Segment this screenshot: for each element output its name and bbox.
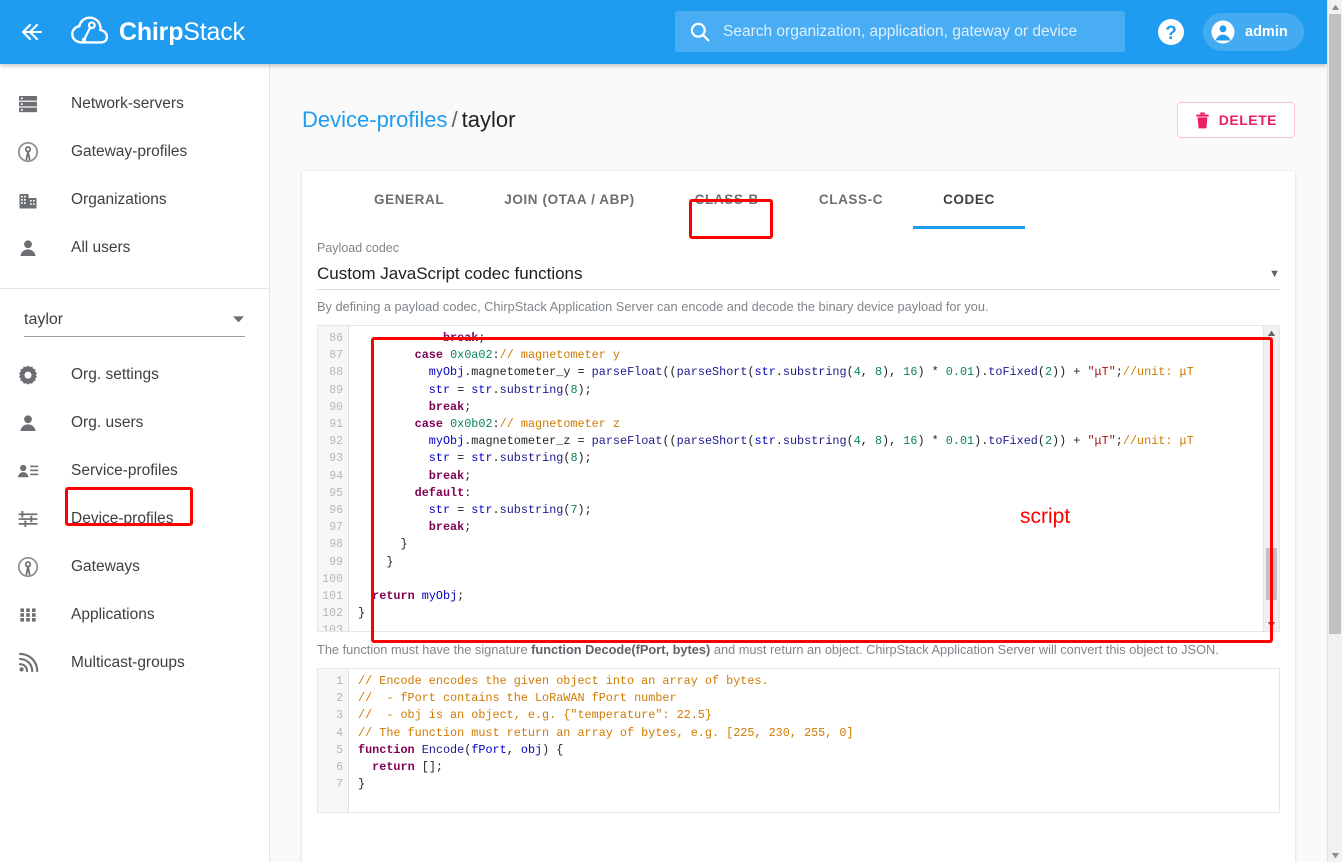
organization-selected-value: taylor [24,310,64,328]
sliders-icon [17,507,53,531]
tab-join-otaa-abp[interactable]: JOIN (OTAA / ABP) [474,171,664,227]
encode-function-editor[interactable]: 1234567 // Encode encodes the given obje… [317,668,1280,813]
arrow-left-double-icon [21,23,43,41]
payload-codec-select[interactable]: Custom JavaScript codec functions ▼ [317,258,1280,290]
sidebar-item-label: Gateway-profiles [71,143,188,160]
sidebar-item-label: Gateways [71,558,140,575]
decode-scroll-thumb[interactable] [1266,548,1277,600]
server-icon [17,92,53,116]
sidebar-item-org-users[interactable]: Org. users [0,399,269,447]
sidebar-item-label: Device-profiles [71,510,174,527]
breadcrumb-separator: / [451,107,458,132]
encode-code-area[interactable]: // Encode encodes the given object into … [349,669,1279,812]
sidebar-item-org-settings[interactable]: Org. settings [0,351,269,399]
sidebar-item-label: Organizations [71,191,167,208]
sidebar-item-label: Multicast-groups [71,654,185,671]
grid-icon [17,603,53,627]
person-list-icon [17,459,53,483]
search-input[interactable] [723,22,1111,41]
brand-wordmark: ChirpStack [119,18,245,47]
tab-bar: GENERAL JOIN (OTAA / ABP) CLASS-B CLASS-… [302,171,1295,229]
decode-help-post: and must return an object. ChirpStack Ap… [710,642,1219,657]
sidebar-nav: Network-servers Gateway-profiles Organiz… [0,64,270,862]
sidebar-item-all-users[interactable]: All users [0,224,269,272]
sidebar-item-label: Org. settings [71,366,159,383]
organization-select[interactable]: taylor [24,303,245,337]
sidebar-item-service-profiles[interactable]: Service-profiles [0,447,269,495]
decode-code-area[interactable]: break; case 0x0a02:// magnetometer y myO… [349,326,1279,631]
page-scroll-up-icon[interactable] [1331,0,1340,14]
antenna-icon [17,140,53,164]
person-icon [17,411,53,435]
app-header: ChirpStack ? admin [0,0,1327,64]
sidebar-item-multicast-groups[interactable]: Multicast-groups [0,639,269,687]
delete-button-label: DELETE [1218,112,1277,128]
sidebar-group-org: Org. settings Org. users Service-profile… [0,337,269,687]
tab-codec[interactable]: CODEC [913,171,1025,229]
sidebar-item-gateway-profiles[interactable]: Gateway-profiles [0,128,269,176]
payload-codec-field: Payload codec Custom JavaScript codec fu… [302,227,1295,314]
codec-card: GENERAL JOIN (OTAA / ABP) CLASS-B CLASS-… [302,171,1295,862]
sidebar-item-gateways[interactable]: Gateways [0,543,269,591]
decode-scroll-track[interactable] [1264,340,1279,617]
sidebar-item-label: Service-profiles [71,462,178,479]
breadcrumb: Device-profiles / taylor [302,107,515,133]
scroll-down-icon[interactable] [1267,617,1276,631]
trash-icon [1196,112,1209,128]
decode-function-editor[interactable]: 86 87 88 89 90 91 92 93 94 95 96 97 98 99 100 101 102 103… [317,325,1280,632]
sidebar-item-label: Network-servers [71,95,184,112]
user-menu-button[interactable]: admin [1203,13,1304,51]
person-icon [17,236,53,260]
chevron-down-icon [233,316,244,323]
breadcrumb-link-device-profiles[interactable]: Device-profiles [302,107,448,132]
help-button[interactable]: ? [1155,16,1187,48]
gear-icon [17,363,53,387]
sidebar-item-device-profiles[interactable]: Device-profiles [0,495,269,543]
page-scroll-down-icon[interactable] [1331,848,1340,862]
scroll-up-icon[interactable] [1267,326,1276,340]
username-label: admin [1245,24,1288,40]
decode-help-signature: function Decode(fPort, bytes) [531,642,711,657]
account-circle-icon [1211,20,1235,44]
search-icon [690,22,710,41]
chevron-down-icon: ▼ [1269,267,1280,280]
payload-codec-label: Payload codec [317,241,400,255]
page-scroll-thumb[interactable] [1329,14,1341,634]
sidebar-item-label: Applications [71,606,155,623]
decode-help-pre: The function must have the signature [317,642,532,657]
breadcrumb-current: taylor [461,107,516,132]
sidebar-item-organizations[interactable]: Organizations [0,176,269,224]
tab-general[interactable]: GENERAL [344,171,474,227]
menu-collapse-button[interactable] [0,0,64,64]
broadcast-icon [17,651,53,675]
sidebar-item-network-servers[interactable]: Network-servers [0,80,269,128]
page-header: Device-profiles / taylor DELETE [270,64,1327,138]
decode-line-numbers: 86 87 88 89 90 91 92 93 94 95 96 97 98 99 100 101 102 103 [318,326,349,631]
antenna-icon [17,555,53,579]
sidebar-item-applications[interactable]: Applications [0,591,269,639]
encode-line-numbers: 1234567 [318,669,349,812]
sidebar-divider [0,288,269,289]
delete-button[interactable]: DELETE [1176,102,1295,138]
help-circle-icon: ? [1158,19,1184,45]
building-icon [17,188,53,212]
decode-signature-help: The function must have the signature fun… [317,642,1280,657]
svg-text:?: ? [1165,23,1177,44]
chirpstack-cloud-icon [71,16,109,44]
decode-editor-scrollbar[interactable] [1263,326,1279,631]
sidebar-item-label: All users [71,239,131,256]
brand-bold: Chirp [119,17,184,46]
main-content: Device-profiles / taylor DELETE GENERAL JO… [270,64,1327,862]
tab-class-b[interactable]: CLASS-B [665,171,789,227]
page-scroll-track[interactable] [1328,14,1342,848]
sidebar-item-label: Org. users [71,414,144,431]
brand-light: Stack [183,17,245,46]
payload-codec-value: Custom JavaScript codec functions [317,263,583,283]
payload-codec-help: By defining a payload codec, ChirpStack … [317,299,989,314]
brand-logo[interactable]: ChirpStack [70,12,245,52]
sidebar-group-global: Network-servers Gateway-profiles Organiz… [0,64,269,272]
global-search[interactable] [675,11,1125,52]
page-scrollbar[interactable] [1327,0,1342,862]
tab-class-c[interactable]: CLASS-C [789,171,913,227]
